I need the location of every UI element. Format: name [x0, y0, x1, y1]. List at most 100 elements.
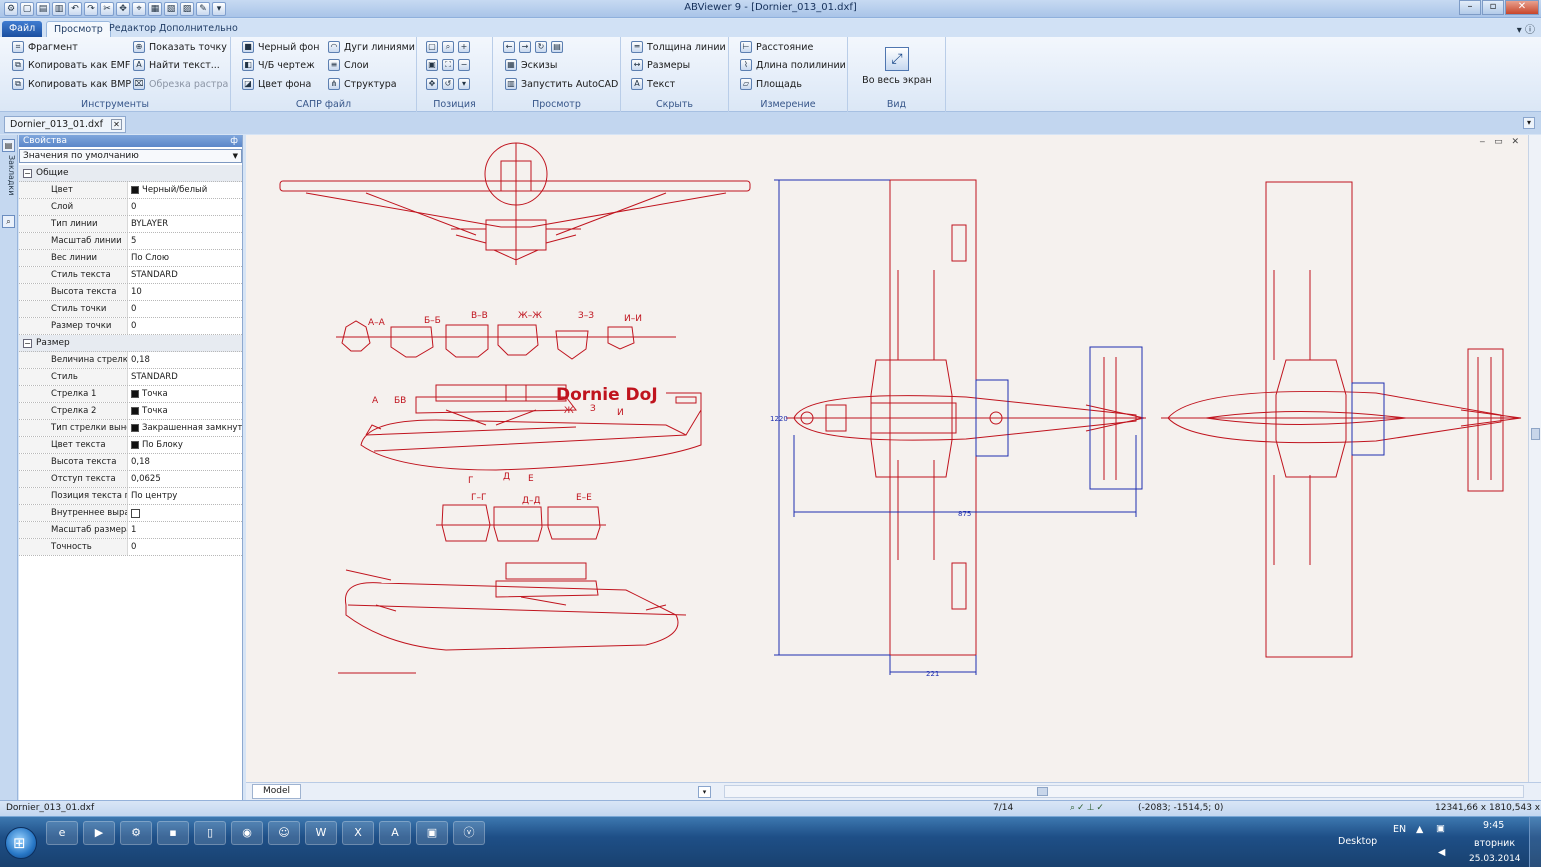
property-value[interactable]: 10 [128, 284, 242, 300]
fullscreen-button[interactable]: ⤢ Во весь экран [856, 47, 938, 86]
zoom-in-icon[interactable]: + [458, 41, 470, 53]
volume-icon[interactable]: ◀ [1438, 847, 1445, 858]
property-row[interactable]: Слой 0 [19, 199, 242, 216]
property-value[interactable]: Точка [128, 386, 242, 402]
language-indicator[interactable]: EN [1393, 824, 1406, 835]
zoom-out-icon[interactable]: − [458, 59, 470, 71]
taskbar-app-button[interactable]: e [46, 821, 78, 845]
taskbar-app-button[interactable]: W [305, 821, 337, 845]
bookmarks-label[interactable]: Закладки [1, 155, 16, 195]
taskbar-app-button[interactable]: ⓥ [453, 821, 485, 845]
category-size[interactable]: − Размер [19, 335, 242, 352]
maximize-button[interactable]: ▫ [1482, 0, 1504, 15]
tab-file[interactable]: Файл [2, 21, 43, 37]
layers-button[interactable]: ≡ Слои [328, 57, 369, 73]
property-value[interactable]: 1 [128, 522, 242, 538]
property-row[interactable]: Цвет текста По Блоку [19, 437, 242, 454]
tabs-dropdown-icon[interactable]: ▾ [1523, 117, 1535, 129]
polyline-length-button[interactable]: ⌇ Длина полилинии [740, 57, 846, 73]
property-row[interactable]: Стиль STANDARD [19, 369, 242, 386]
zoom-prev-icon[interactable]: ↺ [442, 78, 454, 90]
dimensions-button[interactable]: ↔ Размеры [631, 57, 690, 73]
property-row[interactable]: Стрелка 1 Точка [19, 386, 242, 403]
property-value[interactable]: По Блоку [128, 437, 242, 453]
document-tab[interactable]: Dornier_013_01.dxf ✕ [4, 116, 127, 133]
property-row[interactable]: Масштаб размера 1 [19, 522, 242, 539]
pin-icon[interactable]: ф [230, 135, 238, 147]
property-value[interactable]: 0 [128, 318, 242, 334]
properties-dropdown[interactable]: Значения по умолчанию ▼ [19, 149, 242, 163]
close-button[interactable]: ✕ [1505, 0, 1539, 15]
property-row[interactable]: Внутреннее вырав [19, 505, 242, 522]
bg-color-button[interactable]: ◪ Цвет фона [242, 76, 311, 92]
taskbar-app-button[interactable]: ◉ [231, 821, 263, 845]
property-row[interactable]: Тип линии BYLAYER [19, 216, 242, 233]
property-row[interactable]: Позиция текста по По центру [19, 488, 242, 505]
checkbox[interactable] [131, 508, 140, 518]
property-value[interactable]: По центру [128, 488, 242, 504]
taskbar-app-button[interactable]: ▣ [416, 821, 448, 845]
minimize-button[interactable]: – [1459, 0, 1481, 15]
property-row[interactable]: Тип стрелки выно Закрашенная замкнута [19, 420, 242, 437]
scroll-thumb[interactable] [1037, 787, 1048, 796]
property-value[interactable]: По Слою [128, 250, 242, 266]
layouts-dropdown-icon[interactable]: ▾ [698, 786, 711, 798]
property-value[interactable]: 0,0625 [128, 471, 242, 487]
property-row[interactable]: Точность 0 [19, 539, 242, 556]
back-icon[interactable]: ← [503, 41, 515, 53]
property-row[interactable]: Отступ текста 0,0625 [19, 471, 242, 488]
property-value[interactable]: 5 [128, 233, 242, 249]
zoom-options-icon[interactable]: ▾ [458, 78, 470, 90]
start-button[interactable]: ⊞ [5, 827, 37, 859]
extents-icon[interactable]: ⛶ [442, 59, 454, 71]
property-value[interactable]: 0 [128, 539, 242, 555]
property-row[interactable]: Размер точки 0 [19, 318, 242, 335]
structure-button[interactable]: ⋔ Структура [328, 76, 397, 92]
tray-arrow-icon[interactable]: ▲ [1416, 824, 1423, 835]
taskbar-app-button[interactable]: ▪ [157, 821, 189, 845]
distance-button[interactable]: ⊢ Расстояние [740, 39, 813, 55]
find-text-button[interactable]: A Найти текст... [133, 57, 220, 73]
property-value[interactable]: 0 [128, 199, 242, 215]
copy-emf-button[interactable]: ⧉ Копировать как EMF [12, 57, 130, 73]
property-value[interactable]: 0,18 [128, 352, 242, 368]
property-row[interactable]: Масштаб линии 5 [19, 233, 242, 250]
forward-icon[interactable]: → [519, 41, 531, 53]
network-icon[interactable]: ▣ [1436, 823, 1445, 834]
property-value[interactable]: 0,18 [128, 454, 242, 470]
show-desktop-button[interactable] [1529, 817, 1541, 867]
property-value[interactable]: STANDARD [128, 369, 242, 385]
taskbar-app-button[interactable]: A [379, 821, 411, 845]
property-value[interactable]: 0 [128, 301, 242, 317]
property-value[interactable] [128, 505, 242, 521]
category-general[interactable]: − Общие [19, 165, 242, 182]
area-button[interactable]: ▱ Площадь [740, 76, 802, 92]
horizontal-scrollbar[interactable] [724, 785, 1524, 798]
property-row[interactable]: Цвет Черный/белый [19, 182, 242, 199]
desktop-toolbar[interactable]: Desktop [1338, 836, 1377, 847]
tab-extra[interactable]: Дополнительно [152, 21, 245, 37]
text-button[interactable]: A Текст [631, 76, 675, 92]
crop-raster-button[interactable]: ⌧ Обрезка растра [133, 76, 228, 92]
taskbar-app-button[interactable]: ☺ [268, 821, 300, 845]
property-value[interactable]: Черный/белый [128, 182, 242, 198]
property-value[interactable]: Точка [128, 403, 242, 419]
vertical-scrollbar[interactable] [1528, 135, 1541, 782]
collapse-icon[interactable]: − [23, 338, 32, 348]
property-row[interactable]: Высота текста 0,18 [19, 454, 242, 471]
property-row[interactable]: Величина стрелки 0,18 [19, 352, 242, 369]
run-autocad-button[interactable]: ▥ Запустить AutoCAD [505, 76, 618, 92]
taskbar-app-button[interactable]: ⚙ [120, 821, 152, 845]
scroll-thumb[interactable] [1531, 428, 1540, 440]
property-row[interactable]: Стиль точки 0 [19, 301, 242, 318]
clock-time[interactable]: 9:45 [1483, 820, 1504, 831]
zoom-icon[interactable]: ⌕ [442, 41, 454, 53]
taskbar-app-button[interactable]: X [342, 821, 374, 845]
properties-panel-icon[interactable]: ▤ [2, 139, 15, 152]
drawing-canvas[interactable]: ‒ ▭ ✕ А–А Б–Б В–В Ж–Ж З–З И–И Г–Г Д–Д Е–… [246, 135, 1528, 782]
page-icon[interactable]: ▤ [551, 41, 563, 53]
close-tab-icon[interactable]: ✕ [111, 119, 123, 130]
snap-icons[interactable]: ⌕✓⊥✓ [1070, 801, 1106, 816]
fit-icon[interactable]: ▣ [426, 59, 438, 71]
collapse-icon[interactable]: − [23, 168, 32, 178]
